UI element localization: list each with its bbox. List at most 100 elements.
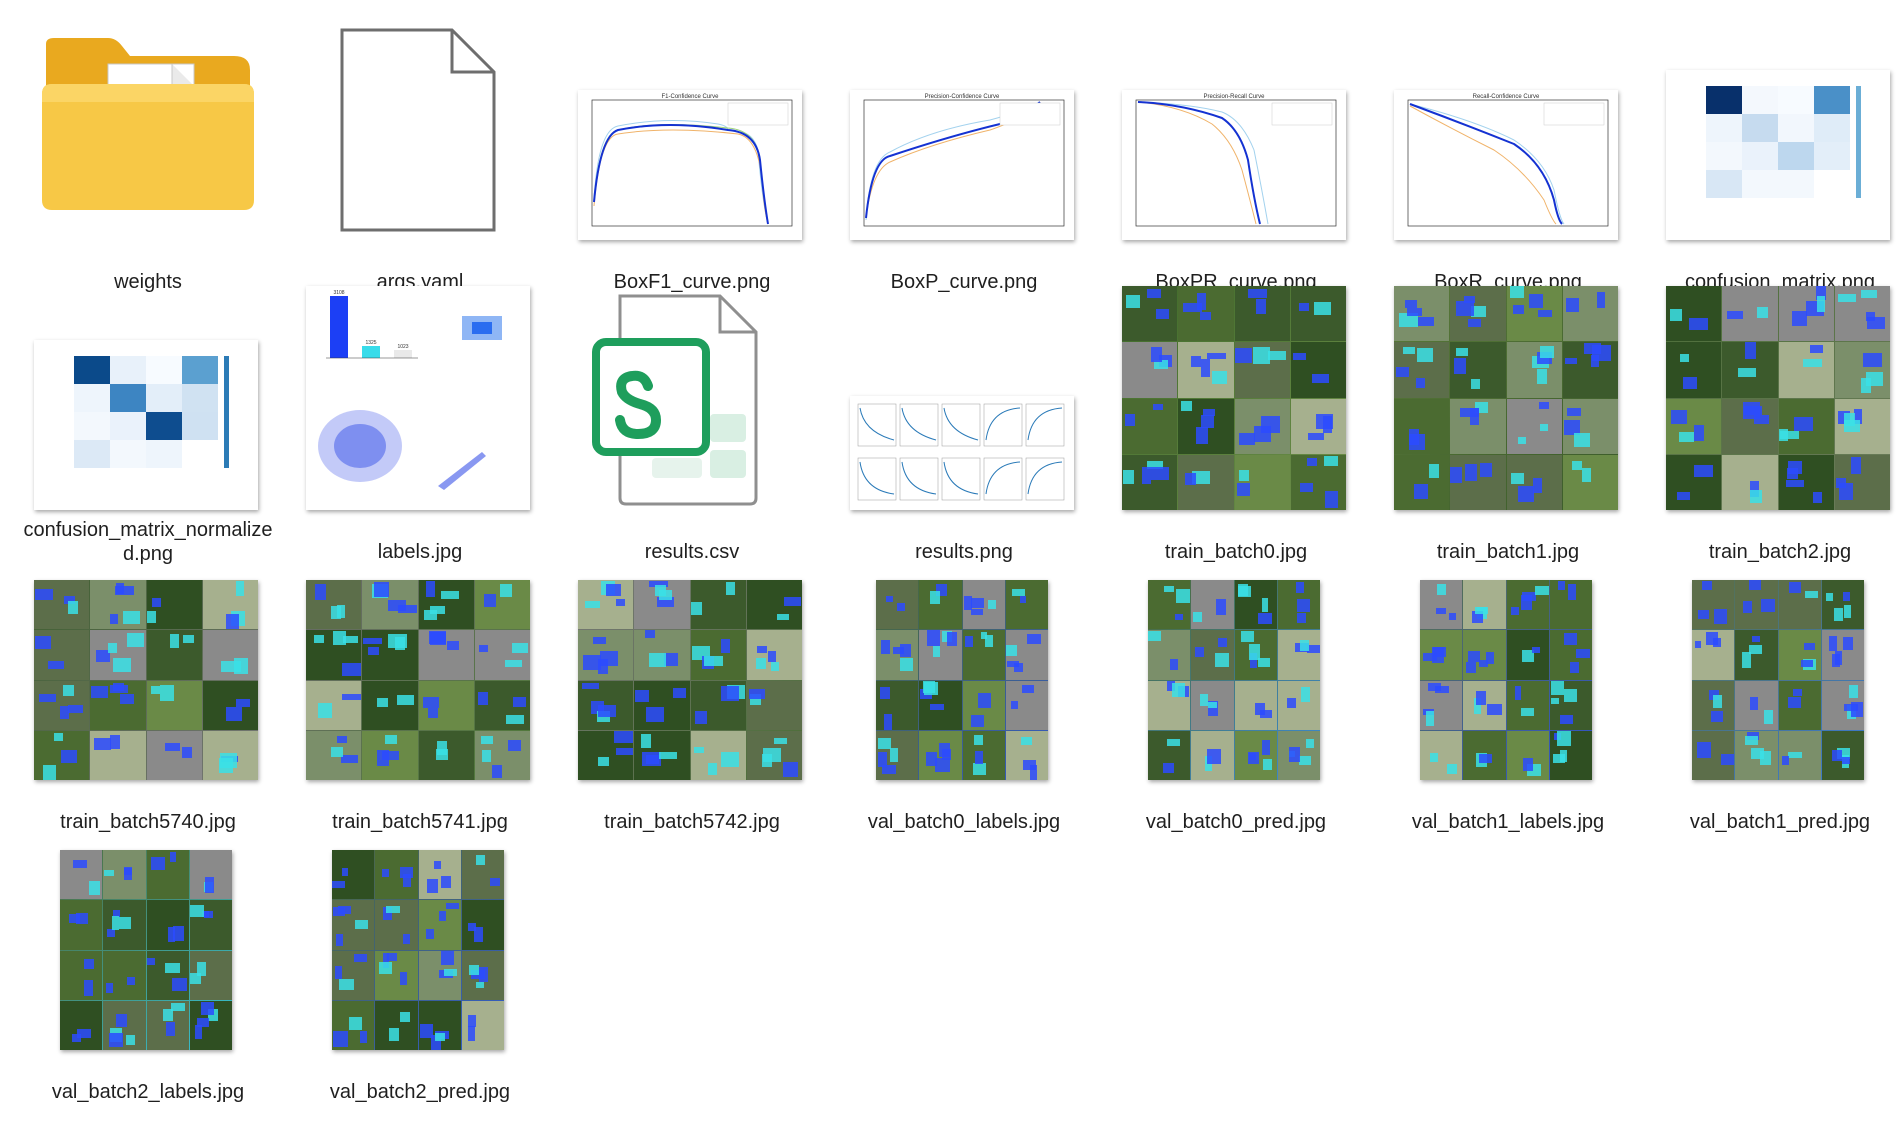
- mosaic-cell: [306, 630, 362, 680]
- detection-box: [367, 647, 380, 656]
- detection-box: [1403, 346, 1416, 355]
- mosaic-cell: [690, 630, 746, 680]
- mosaic-cell: [1722, 454, 1778, 510]
- detection-box: [1843, 591, 1850, 602]
- detection-box: [225, 614, 239, 630]
- detection-box: [975, 750, 983, 764]
- detection-box: [1238, 470, 1250, 482]
- detection-box: [165, 1022, 175, 1036]
- detection-box: [1832, 653, 1840, 667]
- detection-box: [1175, 588, 1190, 603]
- image-thumbnail: F1-Confidence Curve: [578, 90, 802, 240]
- detection-box: [387, 952, 398, 961]
- file-name: train_batch2.jpg: [1708, 541, 1852, 563]
- detection-box: [1455, 347, 1468, 356]
- mosaic-cell: [1122, 398, 1178, 454]
- mosaic-cell: [1834, 454, 1890, 510]
- detection-box: [946, 632, 957, 646]
- detection-box: [900, 657, 914, 672]
- detection-box: [190, 905, 205, 917]
- mosaic-cell: [189, 950, 232, 1000]
- detection-box: [478, 692, 489, 705]
- mosaic-cell: [1692, 680, 1735, 730]
- detection-box: [1475, 607, 1489, 614]
- detection-box: [1147, 288, 1162, 299]
- mosaic-cell: [1506, 398, 1562, 454]
- mosaic-cell: [1778, 730, 1821, 780]
- detection-box: [341, 693, 361, 700]
- detection-box: [147, 610, 157, 624]
- mosaic-cell: [1506, 630, 1549, 680]
- mosaic-cell: [1562, 398, 1618, 454]
- detection-box: [1012, 589, 1025, 596]
- detection-box: [756, 645, 768, 653]
- mosaic-cell: [746, 730, 802, 780]
- detection-box: [333, 907, 346, 917]
- detection-box: [783, 596, 801, 607]
- detection-box: [1713, 695, 1722, 709]
- detection-box: [426, 879, 438, 894]
- mosaic-cell: [332, 950, 375, 1000]
- photo-mosaic: [1666, 286, 1890, 510]
- mosaic-cell: [1234, 580, 1277, 630]
- mosaic-cell: [578, 680, 634, 730]
- mosaic-cell: [919, 680, 962, 730]
- mosaic-cell: [1148, 580, 1191, 630]
- mosaic-cell: [60, 850, 103, 900]
- detection-box: [1174, 614, 1183, 621]
- detection-box: [1206, 352, 1226, 360]
- file-name: val_batch2_labels.jpg: [51, 1081, 245, 1103]
- detection-box: [119, 694, 134, 704]
- photo-mosaic: [306, 580, 530, 780]
- detection-box: [970, 608, 984, 616]
- detection-box: [225, 706, 242, 721]
- mosaic-cell: [202, 680, 258, 730]
- mosaic-cell: [1692, 630, 1735, 680]
- detection-box: [512, 697, 526, 707]
- mosaic-cell: [1506, 580, 1549, 630]
- detection-box: [330, 746, 344, 757]
- detection-box: [190, 973, 202, 984]
- detection-box: [1553, 753, 1566, 763]
- detection-box: [1240, 630, 1255, 642]
- detection-box: [1162, 763, 1175, 774]
- detection-box: [1163, 585, 1175, 593]
- image-thumbnail: Precision-Confidence Curve: [850, 90, 1074, 240]
- mosaic-cell: [746, 580, 802, 630]
- mosaic-cell: [1834, 398, 1890, 454]
- detection-box: [755, 657, 766, 670]
- detection-box: [165, 963, 180, 973]
- mosaic-cell: [578, 630, 634, 680]
- detection-box: [597, 757, 610, 767]
- mosaic-cell: [1420, 680, 1463, 730]
- mosaic-cell: [1778, 398, 1834, 454]
- detection-box: [107, 928, 116, 938]
- detection-box: [147, 957, 155, 966]
- mosaic-cell: [746, 630, 802, 680]
- detection-box: [386, 906, 400, 914]
- detection-box: [34, 588, 53, 600]
- file-name: train_batch1.jpg: [1436, 541, 1580, 563]
- mosaic-cell: [362, 630, 418, 680]
- detection-box: [783, 761, 799, 777]
- detection-box: [90, 686, 109, 699]
- detection-box: [72, 859, 87, 869]
- detection-box: [42, 764, 57, 780]
- file-name: val_batch2_pred.jpg: [329, 1081, 511, 1103]
- mosaic-cell: [146, 630, 202, 680]
- detection-box: [475, 981, 484, 988]
- mosaic-cell: [418, 950, 461, 1000]
- detection-box: [1199, 311, 1211, 321]
- detection-box: [1455, 300, 1475, 316]
- detection-box: [1694, 640, 1702, 648]
- detection-box: [394, 636, 405, 651]
- image-thumbnail: [1420, 580, 1592, 780]
- mosaic-cell: [1666, 454, 1722, 510]
- detection-box: [1217, 637, 1227, 648]
- mosaic-cell: [1722, 398, 1778, 454]
- detection-box: [182, 635, 195, 644]
- detection-box: [1748, 645, 1762, 654]
- detection-box: [1850, 702, 1864, 717]
- detection-box: [1801, 659, 1814, 668]
- image-thumbnail: [1122, 286, 1346, 510]
